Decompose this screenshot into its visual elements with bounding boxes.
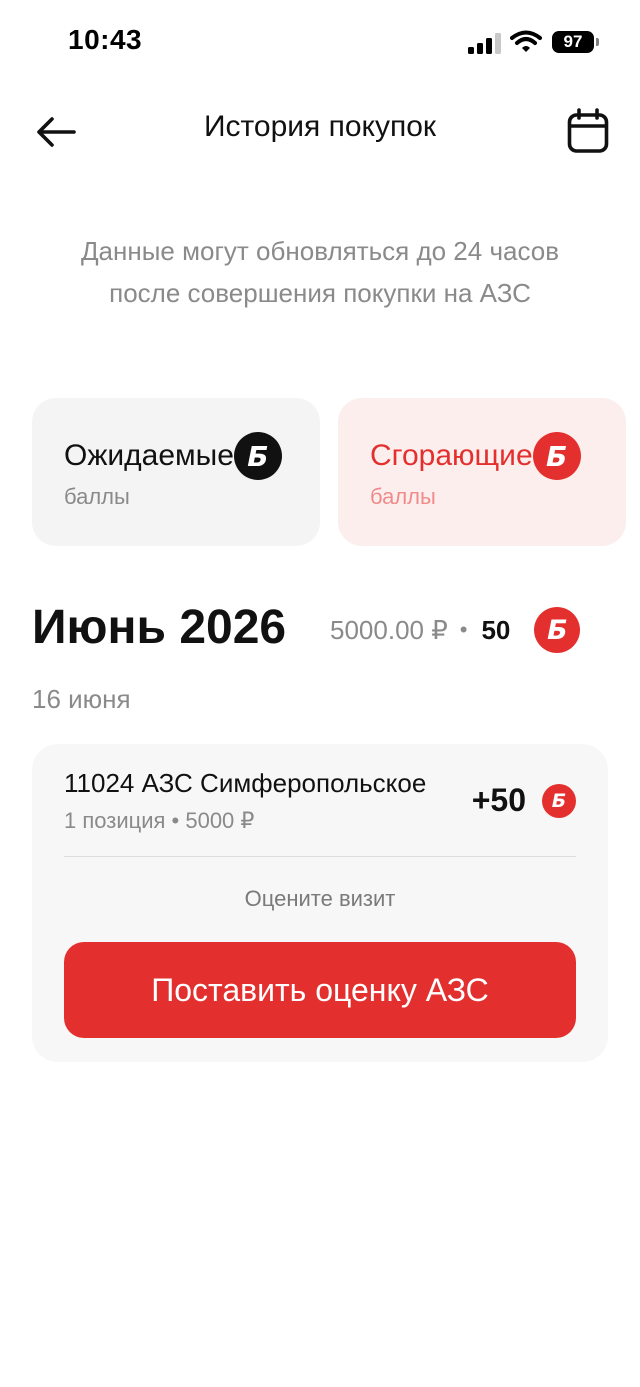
page-title: История покупок — [203, 110, 437, 143]
burning-points-card[interactable]: Сгорающие Б баллы — [338, 398, 626, 546]
burning-points-title-row: Сгорающие Б — [370, 432, 581, 480]
month-amount: 5000.00 ₽ — [330, 614, 448, 645]
calendar-button[interactable] — [564, 106, 612, 156]
station-name: 11024 АЗС Симферопольское — [64, 768, 427, 798]
month-points: 50 — [481, 614, 511, 645]
status-bar: 10:43 97 — [0, 0, 640, 86]
separator-dot: • — [459, 617, 468, 642]
bonus-b-icon: Б — [532, 432, 581, 480]
rate-visit-prompt: Оцените визит — [244, 886, 396, 911]
back-button[interactable] — [32, 108, 80, 156]
update-notice: Данные могут обновляться до 24 часов пос… — [80, 236, 560, 308]
expected-points-card[interactable]: Ожидаемые Б баллы — [32, 398, 320, 546]
expected-points-title: Ожидаемые — [64, 439, 234, 472]
purchase-details: 1 позиция • 5000 ₽ — [64, 808, 255, 833]
earned-points-value: +50 — [471, 782, 526, 818]
bonus-b-icon: Б — [542, 783, 576, 818]
calendar-icon — [567, 108, 609, 153]
rate-station-button[interactable]: Поставить оценку АЗС — [64, 942, 576, 1038]
purchase-card[interactable]: 11024 АЗС Симферопольское 1 позиция • 50… — [32, 744, 608, 1062]
expected-points-title-row: Ожидаемые Б — [64, 432, 282, 480]
month-summary: 5000.00 ₽ • 50 Б — [330, 606, 581, 654]
wifi-icon — [510, 30, 542, 52]
burning-points-title: Сгорающие — [370, 439, 533, 472]
signal-icon — [468, 33, 501, 54]
date-label: 16 июня — [32, 684, 131, 714]
month-title: Июнь 2026 — [32, 601, 287, 654]
divider — [64, 856, 576, 857]
back-arrow-icon — [37, 117, 76, 147]
battery-tip — [596, 38, 599, 46]
bonus-b-icon: Б — [534, 607, 581, 653]
expected-points-subtitle: баллы — [64, 484, 130, 509]
burning-points-subtitle: баллы — [370, 484, 436, 509]
battery-icon: 97 — [552, 31, 594, 53]
status-time: 10:43 — [68, 24, 143, 55]
earned-points: +50 Б — [472, 782, 576, 819]
bonus-b-icon: Б — [233, 432, 282, 480]
